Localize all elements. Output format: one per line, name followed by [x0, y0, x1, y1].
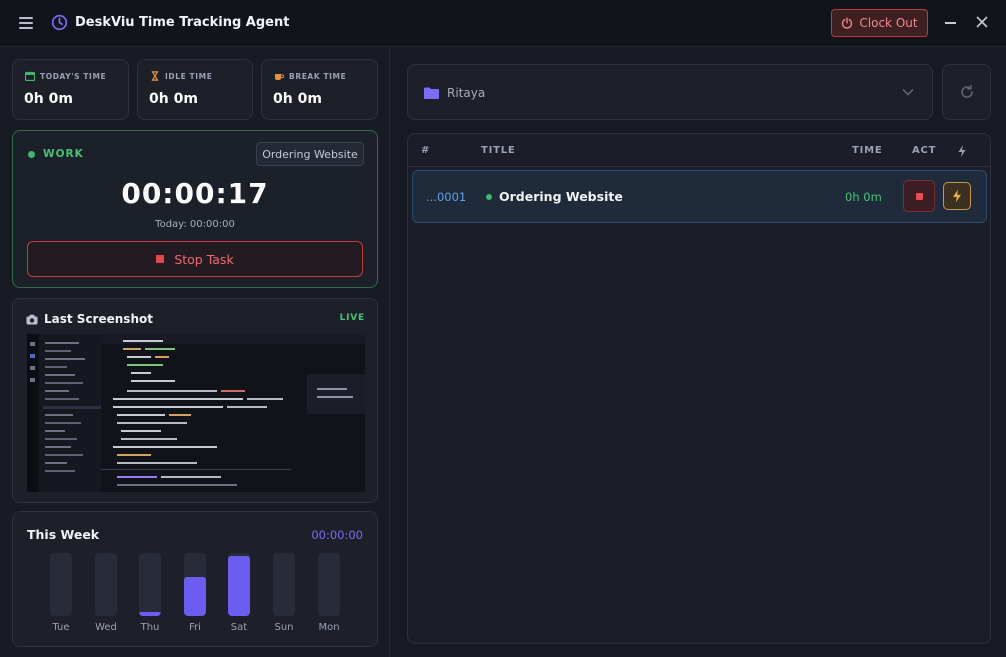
column-header-act: ACT — [912, 145, 937, 156]
refresh-icon — [960, 85, 973, 98]
week-bar-chart: Tue Wed Thu Fri Sat Sun Mon — [13, 512, 377, 646]
hourglass-icon — [151, 71, 159, 81]
task-time: 0h 0m — [845, 190, 882, 204]
clock-out-button[interactable]: Clock Out — [831, 9, 928, 37]
project-tag: Ordering Website — [256, 142, 364, 166]
clock-out-label: Clock Out — [859, 16, 918, 30]
stat-label: IDLE TIME — [165, 71, 213, 81]
week-bar-label: Thu — [140, 622, 160, 633]
stat-card-idle: IDLE TIME 0h 0m — [137, 59, 253, 120]
table-row[interactable]: ...0001 Ordering Website 0h 0m — [412, 170, 987, 223]
stat-label: TODAY'S TIME — [40, 71, 107, 81]
week-bar-thu — [139, 553, 161, 616]
row-quick-action-button[interactable] — [943, 182, 971, 210]
task-title: Ordering Website — [499, 189, 623, 204]
week-bar-wed — [95, 553, 117, 616]
stat-card-today: TODAY'S TIME 0h 0m — [12, 59, 129, 120]
stop-icon — [156, 255, 165, 263]
coffee-icon — [275, 74, 284, 80]
power-icon — [842, 17, 853, 29]
stat-value: 0h 0m — [149, 91, 198, 107]
camera-icon — [26, 314, 38, 324]
table-header: # TITLE TIME ACT — [408, 134, 990, 167]
stop-task-button[interactable]: Stop Task — [27, 241, 363, 277]
lightning-icon — [953, 189, 961, 203]
minimize-icon[interactable] — [945, 22, 956, 24]
stat-label: BREAK TIME — [289, 71, 347, 81]
screenshot-title: Last Screenshot — [44, 312, 153, 326]
chevron-down-icon — [902, 88, 914, 96]
week-bar-fill — [228, 556, 250, 616]
today-total: Today: 00:00:00 — [155, 219, 235, 230]
project-select[interactable]: Ritaya — [407, 64, 933, 120]
calendar-icon — [25, 71, 35, 81]
week-bar-fill — [139, 612, 161, 616]
column-header-title: TITLE — [481, 145, 516, 156]
week-bar-label: Tue — [52, 622, 70, 633]
stop-task-label: Stop Task — [174, 251, 234, 267]
week-bar-mon — [318, 553, 340, 616]
week-bar-label: Fri — [189, 622, 201, 633]
folder-icon — [424, 87, 439, 99]
work-status-label: WORK — [43, 148, 84, 160]
live-badge: LIVE — [339, 313, 365, 323]
task-number: ...0001 — [426, 190, 467, 204]
weekly-summary-card: This Week 00:00:00 Tue Wed Thu Fri Sat Sun Mon — [12, 511, 378, 647]
column-header-num: # — [421, 145, 431, 156]
stat-value: 0h 0m — [24, 91, 73, 107]
last-screenshot-card: Last Screenshot LIVE — [12, 298, 378, 503]
stat-card-break: BREAK TIME 0h 0m — [261, 59, 378, 120]
close-icon[interactable] — [975, 15, 989, 29]
week-bar-label: Sun — [274, 622, 294, 633]
week-bar-label: Mon — [318, 622, 340, 633]
week-bar-fill — [184, 577, 206, 616]
menu-icon[interactable] — [19, 17, 33, 29]
screenshot-image — [27, 334, 365, 492]
stop-icon — [915, 192, 923, 200]
task-timer: 00:00:17 — [121, 177, 269, 210]
week-bar-fri — [184, 553, 206, 616]
task-table: # TITLE TIME ACT ...0001 Ordering Websit… — [407, 133, 991, 644]
column-header-time: TIME — [852, 145, 883, 156]
week-bar-label: Wed — [95, 622, 117, 633]
week-bar-label: Sat — [230, 622, 248, 633]
refresh-button[interactable] — [942, 64, 991, 120]
active-task-card: WORK Ordering Website 00:00:17 Today: 00… — [12, 130, 378, 288]
clock-logo-icon — [51, 14, 68, 31]
screenshot-thumbnail[interactable] — [27, 334, 365, 492]
project-select-value: Ritaya — [447, 86, 486, 100]
work-status-dot — [28, 151, 35, 158]
left-panel: TODAY'S TIME 0h 0m IDLE TIME 0h 0m BREAK… — [0, 48, 390, 657]
week-bar-sat — [228, 553, 250, 616]
bolt-header-icon — [958, 145, 966, 157]
title-bar: DeskViu Time Tracking Agent Clock Out — [0, 0, 1006, 47]
week-bar-sun — [273, 553, 295, 616]
app-title: DeskViu Time Tracking Agent — [75, 15, 290, 30]
week-bar-tue — [50, 553, 72, 616]
task-status-dot — [486, 194, 492, 200]
row-stop-button[interactable] — [903, 180, 935, 212]
stat-value: 0h 0m — [273, 91, 322, 107]
